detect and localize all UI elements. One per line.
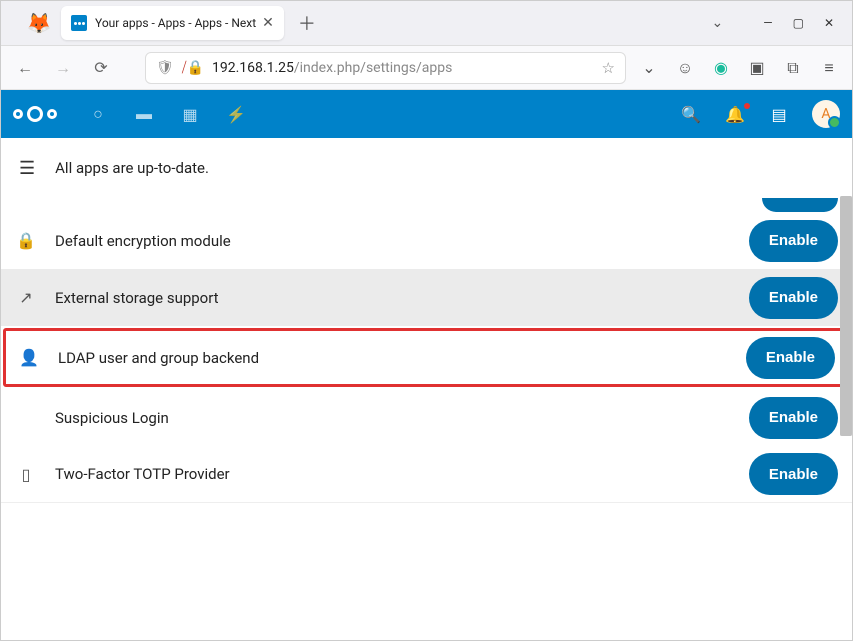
lock-icon: 🔒 bbox=[15, 231, 37, 250]
enable-button[interactable]: Enable bbox=[749, 397, 838, 439]
search-icon[interactable]: 🔍 bbox=[680, 105, 702, 124]
new-tab-button[interactable]: ＋ bbox=[298, 10, 316, 36]
tab-list-dropdown-icon[interactable]: ⌄ bbox=[711, 15, 723, 31]
image-icon[interactable]: ▣ bbox=[744, 58, 770, 77]
app-menu-icon[interactable]: ≡ bbox=[816, 58, 842, 78]
dashboard-icon[interactable]: ○ bbox=[87, 104, 109, 124]
extensions-icon[interactable]: ⧉ bbox=[780, 58, 806, 78]
enable-button[interactable]: Enable bbox=[749, 453, 838, 495]
app-row-default-encryption[interactable]: 🔒 Default encryption module Enable bbox=[1, 212, 852, 269]
notifications-icon[interactable]: 🔔 bbox=[724, 105, 746, 124]
app-name-label: External storage support bbox=[55, 289, 731, 307]
scrollbar-thumb[interactable] bbox=[840, 196, 852, 436]
device-icon: ▯ bbox=[15, 465, 37, 484]
nextcloud-favicon-icon bbox=[71, 15, 87, 31]
minimize-window-icon[interactable]: — bbox=[763, 16, 772, 30]
app-row-external-storage[interactable]: ↗ External storage support Enable bbox=[1, 269, 852, 326]
app-name-label: Default encryption module bbox=[55, 232, 731, 250]
activity-icon[interactable]: ⚡ bbox=[225, 105, 247, 124]
close-window-icon[interactable]: ✕ bbox=[824, 16, 834, 30]
app-row-ldap[interactable]: 👤 LDAP user and group backend Enable bbox=[4, 329, 849, 386]
files-icon[interactable]: ▬ bbox=[133, 104, 155, 124]
enable-button[interactable]: Enable bbox=[749, 220, 838, 262]
reload-button[interactable]: ⟳ bbox=[87, 58, 115, 77]
avatar-initial: A bbox=[821, 106, 830, 122]
enable-button-partial[interactable] bbox=[762, 198, 838, 212]
app-row-totp[interactable]: ▯ Two-Factor TOTP Provider Enable bbox=[1, 446, 852, 503]
app-name-label: Two-Factor TOTP Provider bbox=[55, 465, 731, 483]
enable-button[interactable]: Enable bbox=[749, 277, 838, 319]
lock-insecure-icon: ⧸🔒 bbox=[182, 60, 204, 76]
contacts-icon[interactable]: ▤ bbox=[768, 105, 790, 124]
address-bar[interactable]: 🛡 ⧸🔒 192.168.1.25/index.php/settings/app… bbox=[145, 52, 626, 84]
external-link-icon: ↗ bbox=[15, 288, 37, 307]
extension-green-icon[interactable]: ◉ bbox=[708, 58, 734, 77]
forward-button: → bbox=[49, 58, 77, 78]
person-icon: 👤 bbox=[18, 348, 40, 367]
tab-title: Your apps - Apps - Apps - Next bbox=[95, 16, 256, 30]
photos-icon[interactable]: ▦ bbox=[179, 105, 201, 124]
bookmark-star-icon[interactable]: ☆ bbox=[602, 59, 615, 77]
scrollbar[interactable] bbox=[840, 196, 852, 436]
nextcloud-logo-icon[interactable] bbox=[13, 106, 57, 122]
firefox-icon: 🦊 bbox=[27, 11, 51, 35]
app-name-label: LDAP user and group backend bbox=[58, 349, 728, 367]
maximize-window-icon[interactable]: ▢ bbox=[793, 16, 804, 30]
browser-tab[interactable]: Your apps - Apps - Apps - Next ✕ bbox=[61, 6, 284, 40]
avatar[interactable]: A bbox=[812, 100, 840, 128]
back-button[interactable]: ← bbox=[11, 58, 39, 78]
pocket-icon[interactable]: ⌄ bbox=[636, 58, 662, 77]
shield-icon: 🛡 bbox=[156, 60, 174, 76]
close-tab-icon[interactable]: ✕ bbox=[262, 15, 274, 31]
status-text: All apps are up-to-date. bbox=[55, 159, 209, 177]
account-icon[interactable]: ☺ bbox=[672, 58, 698, 78]
app-name-label: Suspicious Login bbox=[55, 409, 731, 427]
url-text: 192.168.1.25/index.php/settings/apps bbox=[212, 60, 594, 76]
menu-toggle-icon[interactable]: ☰ bbox=[19, 158, 35, 179]
app-row-suspicious-login[interactable]: Suspicious Login Enable bbox=[1, 389, 852, 446]
enable-button[interactable]: Enable bbox=[746, 337, 835, 379]
